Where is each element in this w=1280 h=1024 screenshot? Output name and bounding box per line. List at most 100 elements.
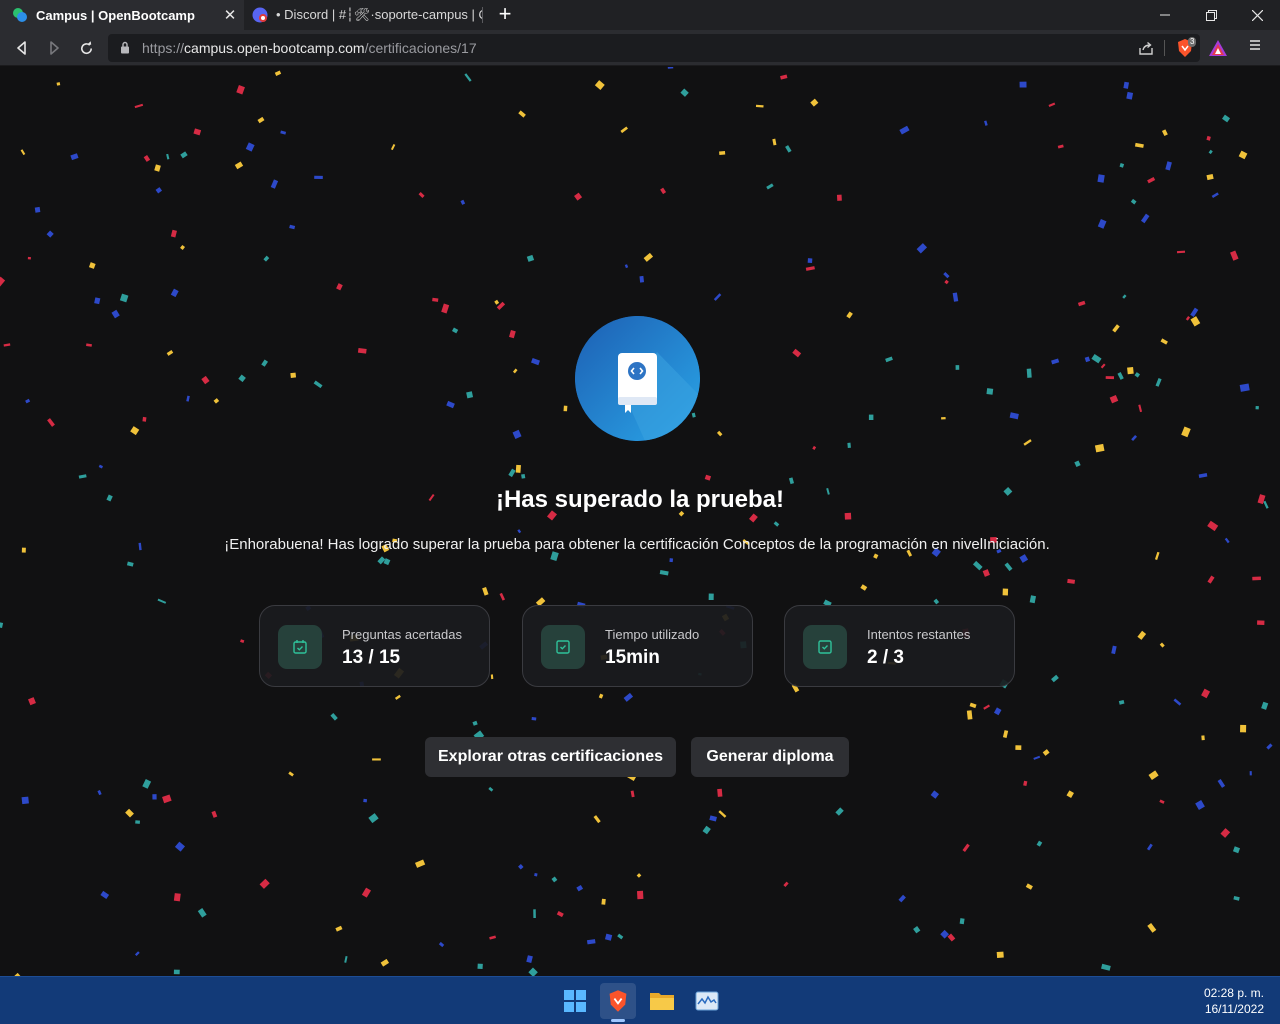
confetti-piece [418, 192, 425, 199]
close-window-icon[interactable] [1234, 0, 1280, 30]
confetti-piece [1067, 578, 1076, 584]
confetti-piece [805, 266, 815, 271]
resource-monitor-icon[interactable] [689, 983, 725, 1019]
confetti-piece [1147, 176, 1156, 184]
confetti-piece [755, 104, 764, 108]
windows-start-icon[interactable] [557, 983, 593, 1019]
confetti-piece [526, 254, 535, 262]
stat-value: 15min [605, 647, 660, 668]
confetti-piece [1036, 840, 1043, 847]
confetti-piece [704, 474, 712, 481]
minimize-icon[interactable] [1142, 0, 1188, 30]
tab-campus[interactable]: Campus | OpenBootcamp ✕ [0, 0, 244, 30]
confetti-piece [528, 967, 538, 976]
confetti-piece [494, 299, 500, 305]
openbootcamp-favicon [13, 8, 27, 22]
confetti-piece [680, 88, 689, 97]
confetti-piece [636, 890, 644, 900]
confetti-piece [142, 779, 152, 789]
confetti-piece [623, 692, 634, 702]
confetti-piece [1137, 630, 1147, 640]
browser-menu-icon[interactable] [1248, 38, 1268, 58]
confetti-piece [1123, 81, 1130, 89]
clock-date: 16/11/2022 [1204, 1002, 1264, 1016]
discord-favicon [252, 7, 268, 23]
restore-icon[interactable] [1188, 0, 1234, 30]
confetti-piece [489, 935, 497, 940]
confetti-piece [336, 283, 343, 291]
confetti-piece [1026, 368, 1032, 378]
stat-value: 13 / 15 [342, 647, 401, 668]
confetti-piece [1206, 173, 1214, 181]
stat-label: Preguntas acertadas [342, 627, 462, 642]
confetti-piece [257, 116, 265, 124]
brave-rewards-icon[interactable] [1208, 39, 1228, 57]
confetti-piece [472, 720, 478, 726]
close-tab-icon[interactable]: ✕ [220, 6, 240, 24]
confetti-piece [441, 303, 450, 314]
tab-discord[interactable]: • Discord | #┆🛠·soporte-campus | Op [244, 0, 482, 30]
confetti-piece [1023, 780, 1028, 787]
confetti-piece [518, 110, 526, 118]
confetti-piece [34, 206, 41, 213]
confetti-piece [962, 843, 970, 852]
confetti-piece [1029, 595, 1037, 604]
confetti-piece [969, 702, 977, 709]
confetti-piece [593, 815, 601, 824]
confetti-piece [1111, 645, 1117, 655]
share-icon[interactable] [1138, 40, 1154, 56]
confetti-piece [916, 243, 928, 254]
confetti-piece [28, 697, 36, 706]
confetti-piece [709, 815, 717, 822]
confetti-piece [1154, 551, 1160, 560]
generate-diploma-button[interactable]: Generar diploma [691, 737, 849, 777]
brave-browser-icon[interactable] [600, 983, 636, 1019]
confetti-piece [1195, 800, 1205, 810]
shield-count-badge: 3 [1188, 37, 1197, 47]
confetti-piece [390, 143, 396, 151]
confetti-piece [1239, 383, 1250, 392]
explore-certifications-button[interactable]: Explorar otras certificaciones [425, 737, 676, 777]
system-clock[interactable]: 02:28 p. m. 16/11/2022 [1204, 985, 1264, 1017]
confetti-piece [1101, 963, 1111, 971]
confetti-piece [899, 125, 910, 135]
confetti-piece [792, 348, 802, 358]
new-tab-icon[interactable]: + [494, 3, 516, 25]
confetti-piece [708, 593, 714, 601]
forward-icon[interactable] [44, 38, 64, 58]
confetti-piece [174, 841, 186, 852]
confetti-piece [1240, 724, 1247, 733]
confetti-piece [119, 293, 129, 303]
file-explorer-icon[interactable] [644, 983, 680, 1019]
confetti-piece [197, 908, 207, 918]
confetti-piece [993, 707, 1002, 716]
confetti-piece [3, 343, 11, 347]
confetti-piece [1148, 770, 1159, 781]
confetti-piece [1117, 372, 1124, 380]
confetti-piece [180, 244, 186, 250]
stat-card-correct-answers: Preguntas acertadas 13 / 15 [259, 605, 490, 687]
confetti-piece [363, 798, 368, 803]
confetti-piece [152, 794, 157, 800]
confetti-piece [717, 788, 723, 797]
confetti-piece [1015, 745, 1022, 750]
confetti-piece [636, 873, 642, 878]
confetti-piece [270, 179, 279, 189]
certification-result-page: ¡Has superado la prueba! ¡Enhorabuena! H… [0, 67, 1280, 976]
confetti-piece [288, 771, 294, 777]
confetti-piece [604, 933, 613, 941]
confetti-piece [1207, 575, 1215, 584]
confetti-piece [1097, 219, 1107, 229]
confetti-background [0, 67, 1273, 976]
stat-label: Intentos restantes [867, 627, 971, 642]
windows-taskbar: 02:28 p. m. 16/11/2022 [0, 976, 1280, 1024]
back-icon[interactable] [12, 38, 32, 58]
address-bar[interactable]: https://campus.open-bootcamp.com/certifi… [108, 34, 1227, 62]
confetti-piece [211, 810, 218, 818]
confetti-piece [111, 309, 120, 319]
reload-icon[interactable] [76, 38, 96, 58]
confetti-piece [466, 391, 474, 399]
confetti-piece [193, 128, 202, 136]
confetti-piece [361, 887, 372, 898]
confetti-piece [785, 145, 792, 153]
